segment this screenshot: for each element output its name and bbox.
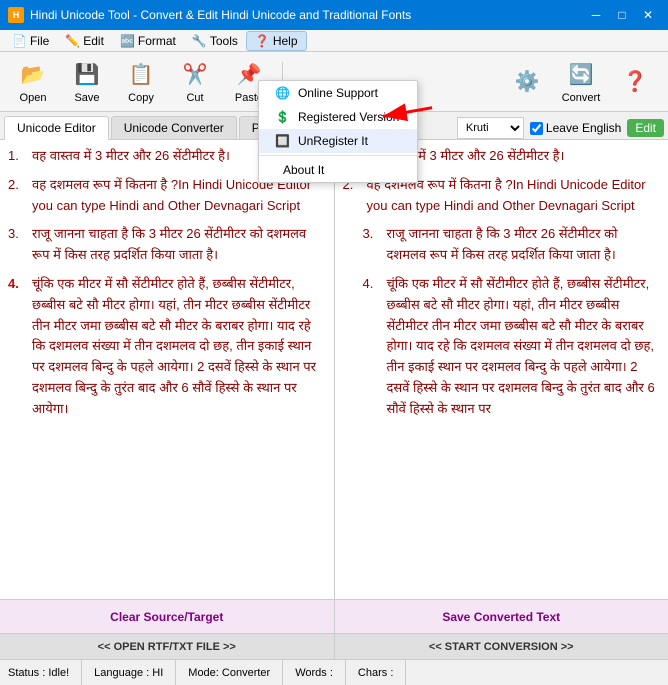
action-buttons: << OPEN RTF/TXT FILE >> << START CONVERS…	[0, 633, 668, 659]
menu-tools[interactable]: 🔧 Tools	[184, 32, 246, 50]
convert-icon: 🔄	[566, 60, 596, 90]
convert-button[interactable]: 🔄 Convert	[556, 56, 606, 108]
status-language: Language : HI	[82, 660, 176, 685]
left-pane: 1. वह वास्तव में 3 मीटर और 26 सेंटीमीटर …	[0, 140, 335, 599]
save-converted-button[interactable]: Save Converted Text	[335, 600, 668, 633]
status-mode: Mode: Converter	[176, 660, 283, 685]
left-para-4: 4. चूंकि एक मीटर में सौ सेंटीमीटर होते ह…	[8, 274, 326, 420]
format-icon: 🔤	[120, 34, 135, 48]
right-para-3-num: 3.	[363, 224, 387, 266]
registered-version-icon: 💲	[275, 110, 290, 124]
left-pane-content[interactable]: 1. वह वास्तव में 3 मीटर और 26 सेंटीमीटर …	[0, 140, 334, 599]
status-bar: Status : Idle! Language : HI Mode: Conve…	[0, 659, 668, 685]
open-rtf-button[interactable]: << OPEN RTF/TXT FILE >>	[0, 634, 335, 659]
copy-button[interactable]: 📋 Copy	[116, 56, 166, 108]
open-button[interactable]: 📂 Open	[8, 56, 58, 108]
settings-icon: ⚙️	[512, 67, 542, 97]
right-para-3: 3. राजू जानना चाहता है कि 3 मीटर 26 सेंट…	[343, 224, 661, 266]
right-para-4-num: 4.	[363, 274, 387, 420]
left-para-3-text: राजू जानना चाहता है कि 3 मीटर 26 सेंटीमी…	[32, 224, 326, 266]
left-para-3: 3. राजू जानना चाहता है कि 3 मीटर 26 सेंट…	[8, 224, 326, 266]
window-controls: ─ □ ✕	[584, 5, 660, 25]
close-button[interactable]: ✕	[636, 5, 660, 25]
file-icon: 📄	[12, 34, 27, 48]
menu-file[interactable]: 📄 File	[4, 32, 57, 50]
status-words: Words :	[283, 660, 346, 685]
cut-button[interactable]: ✂️ Cut	[170, 56, 220, 108]
edit-icon: ✏️	[65, 34, 80, 48]
status-chars: Chars :	[346, 660, 406, 685]
tab-options: Kruti Mangal Arial Leave English Edit	[457, 117, 664, 139]
help-large-button[interactable]: ❓	[610, 56, 660, 108]
menu-format[interactable]: 🔤 Format	[112, 32, 184, 50]
tab-unicode-converter[interactable]: Unicode Converter	[111, 116, 237, 139]
right-para-3-text: राजू जानना चाहता है कि 3 मीटर 26 सेंटीमी…	[387, 224, 661, 266]
app-icon: H	[8, 7, 24, 23]
menu-bar: 📄 File ✏️ Edit 🔤 Format 🔧 Tools ❓ Help	[0, 30, 668, 52]
save-icon: 💾	[72, 60, 102, 90]
left-para-3-num: 3.	[8, 224, 32, 266]
tools-icon: 🔧	[192, 34, 207, 48]
cut-icon: ✂️	[180, 60, 210, 90]
right-pane: 1. वह वास्तव में 3 मीटर और 26 सेंटीमीटर …	[335, 140, 668, 599]
right-pane-content[interactable]: 1. वह वास्तव में 3 मीटर और 26 सेंटीमीटर …	[335, 140, 668, 599]
restore-button[interactable]: □	[610, 5, 634, 25]
left-para-2-num: 2.	[8, 175, 32, 217]
dropdown-about-it[interactable]: About It	[259, 158, 417, 182]
dropdown-separator	[259, 155, 417, 156]
menu-help[interactable]: ❓ Help	[246, 31, 307, 51]
status-idle: Status : Idle!	[8, 660, 82, 685]
help-icon: ❓	[255, 34, 270, 48]
tab-unicode-editor[interactable]: Unicode Editor	[4, 116, 109, 140]
unregister-icon: 🔲	[275, 134, 290, 148]
left-para-4-text: चूंकि एक मीटर में सौ सेंटीमीटर होते हैं,…	[32, 274, 326, 420]
open-icon: 📂	[18, 60, 48, 90]
right-para-4-text: चूंकि एक मीटर में सौ सेंटीमीटर होते हैं,…	[387, 274, 661, 420]
start-conversion-button[interactable]: << START CONVERSION >>	[335, 634, 668, 659]
online-support-icon: 🌐	[275, 86, 290, 100]
leave-english-checkbox[interactable]	[530, 122, 543, 135]
right-para-4: 4. चूंकि एक मीटर में सौ सेंटीमीटर होते ह…	[343, 274, 661, 420]
save-button[interactable]: 💾 Save	[62, 56, 112, 108]
bottom-buttons: Clear Source/Target Save Converted Text	[0, 599, 668, 633]
copy-icon: 📋	[126, 60, 156, 90]
window-title: Hindi Unicode Tool - Convert & Edit Hind…	[30, 8, 584, 22]
left-para-1-text: वह वास्तव में 3 मीटर और 26 सेंटीमीटर है।	[32, 146, 230, 167]
minimize-button[interactable]: ─	[584, 5, 608, 25]
clear-source-button[interactable]: Clear Source/Target	[0, 600, 335, 633]
help-large-icon: ❓	[620, 67, 650, 97]
title-bar: H Hindi Unicode Tool - Convert & Edit Hi…	[0, 0, 668, 30]
left-para-1-num: 1.	[8, 146, 32, 167]
left-para-4-num: 4.	[8, 274, 32, 420]
leave-english-label: Leave English	[530, 121, 621, 135]
edit-button[interactable]: Edit	[627, 119, 664, 137]
content-area: 1. वह वास्तव में 3 मीटर और 26 सेंटीमीटर …	[0, 140, 668, 599]
menu-edit[interactable]: ✏️ Edit	[57, 32, 112, 50]
font-select[interactable]: Kruti Mangal Arial	[457, 117, 524, 139]
settings-button[interactable]: ⚙️	[502, 56, 552, 108]
